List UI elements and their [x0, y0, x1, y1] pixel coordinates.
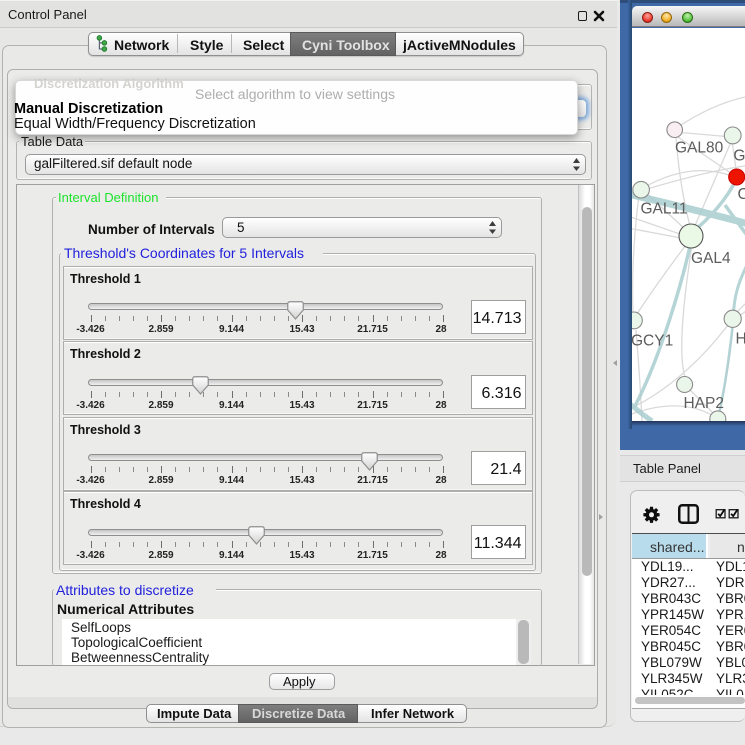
svg-text:GAL4: GAL4 — [691, 250, 731, 267]
svg-text:HAP2: HAP2 — [684, 395, 725, 412]
svg-text:H: H — [736, 331, 745, 348]
svg-text:GAL80: GAL80 — [675, 140, 724, 157]
svg-text:GCY1: GCY1 — [632, 333, 673, 350]
svg-text:GAL11: GAL11 — [641, 201, 688, 218]
svg-text:C: C — [738, 186, 745, 203]
svg-text:GA: GA — [733, 148, 745, 165]
